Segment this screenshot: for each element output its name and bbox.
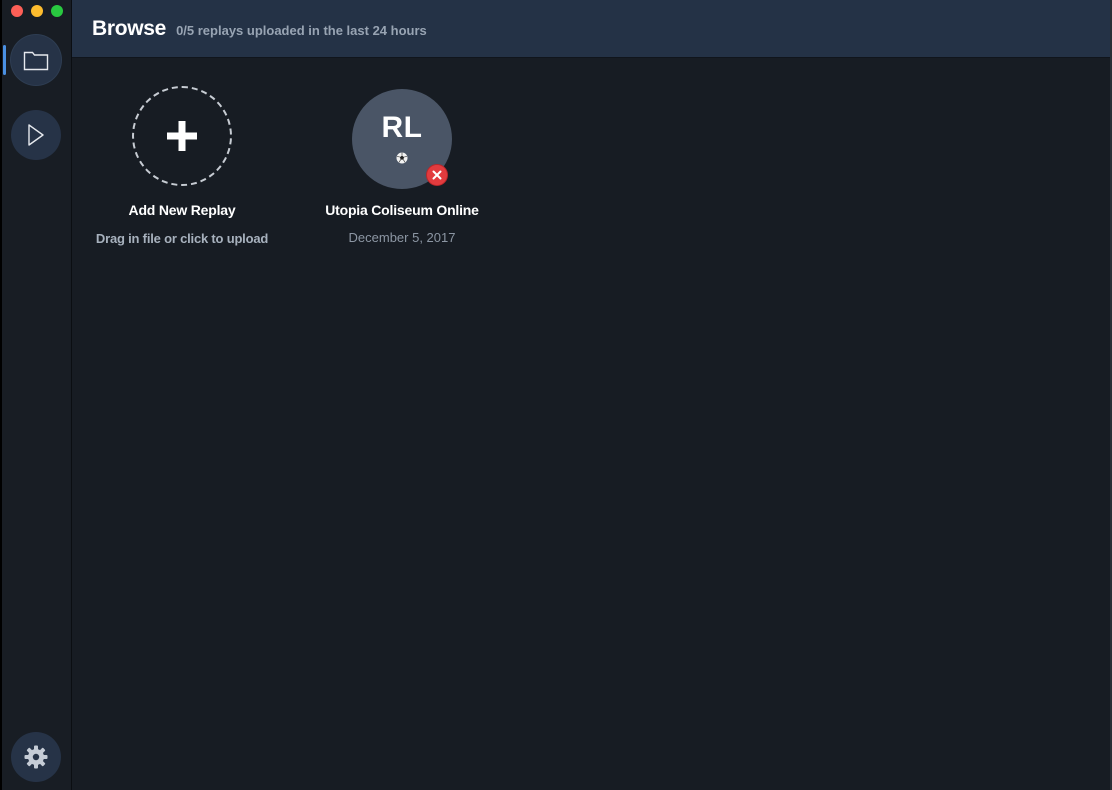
- play-icon: [28, 124, 44, 146]
- close-icon: [432, 170, 442, 180]
- delete-replay-button[interactable]: [426, 164, 448, 186]
- sidebar-item-settings[interactable]: [11, 732, 61, 782]
- window-zoom-button[interactable]: [51, 5, 63, 17]
- header-bar: Browse 0/5 replays uploaded in the last …: [72, 0, 1110, 58]
- upload-dropzone[interactable]: [132, 86, 232, 186]
- upload-quota-text: 0/5 replays uploaded in the last 24 hour…: [176, 22, 427, 38]
- folder-icon: [23, 51, 49, 71]
- add-replay-title: Add New Replay: [128, 202, 236, 218]
- replay-initials: RL: [381, 111, 423, 144]
- window-close-button[interactable]: [11, 5, 23, 17]
- sidebar: [2, 0, 72, 790]
- replay-date: December 5, 2017: [348, 230, 456, 245]
- replay-thumbnail[interactable]: RL: [352, 89, 452, 189]
- replay-title: Utopia Coliseum Online: [325, 202, 479, 218]
- page-title: Browse: [92, 16, 167, 40]
- add-replay-card[interactable]: Add New Replay Drag in file or click to …: [87, 86, 277, 246]
- active-indicator: [3, 45, 6, 75]
- soccer-ball-icon: [396, 152, 408, 164]
- plus-icon: [167, 121, 197, 151]
- sidebar-item-play[interactable]: [11, 110, 61, 160]
- sidebar-item-browse[interactable]: [11, 35, 61, 85]
- add-replay-hint: Drag in file or click to upload: [95, 231, 269, 246]
- window-minimize-button[interactable]: [31, 5, 43, 17]
- gear-icon: [24, 745, 48, 769]
- replay-card[interactable]: RL Utopia Coliseum Online December 5, 20…: [307, 89, 497, 245]
